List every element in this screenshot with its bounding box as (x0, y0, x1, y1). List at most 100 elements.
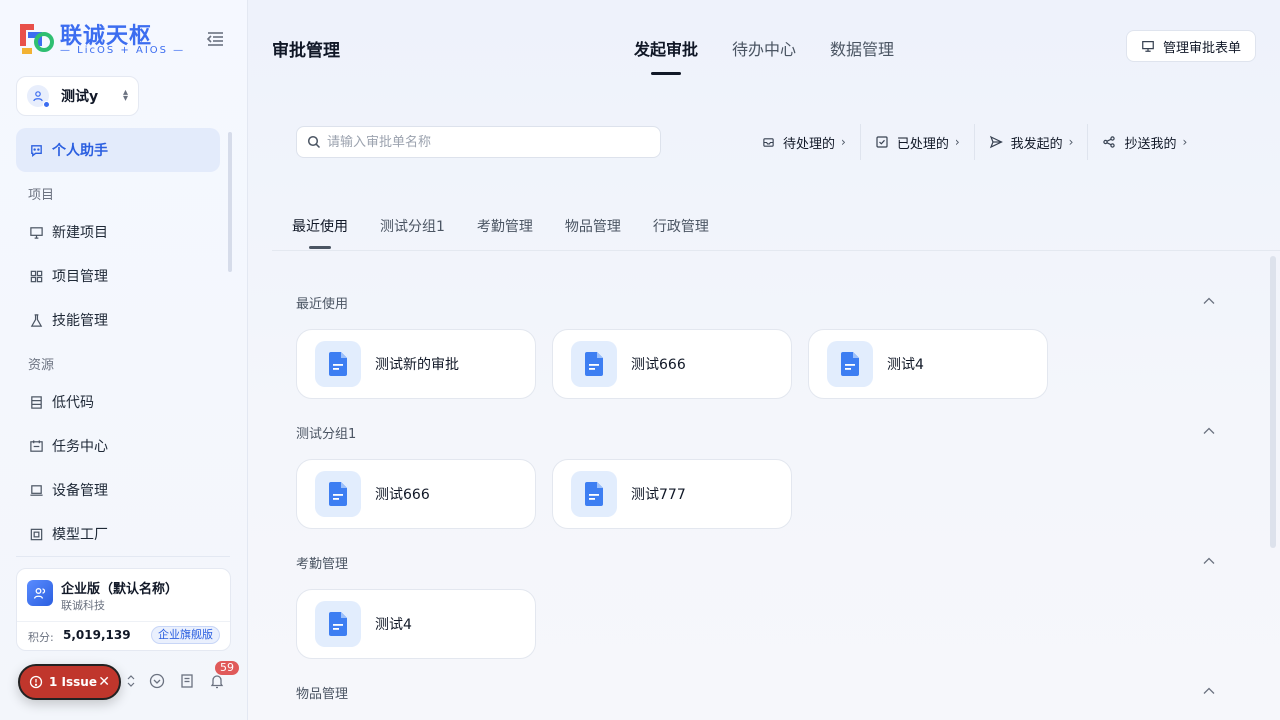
sidebar-divider (16, 556, 230, 557)
factory-icon (28, 526, 44, 542)
approval-form-card[interactable]: 测试4 (808, 329, 1048, 399)
sidebar-item-label: 任务中心 (52, 439, 108, 455)
approval-form-name: 测试新的审批 (375, 357, 459, 373)
org-company: 联诚科技 (61, 599, 105, 612)
approval-form-name: 测试4 (887, 357, 924, 373)
manage-forms-button[interactable]: 管理审批表单 (1125, 30, 1256, 62)
document-icon (315, 341, 361, 387)
sidebar-collapse-icon[interactable] (204, 28, 226, 50)
sidebar-item-new-project[interactable]: 新建项目 (16, 210, 220, 254)
filter-pending[interactable]: 待处理的 › (748, 124, 860, 160)
edition-badge[interactable]: 企业旗舰版 (151, 626, 220, 644)
category-tab-admin[interactable]: 行政管理 (653, 216, 709, 250)
sidebar-item-assistant[interactable]: 个人助手 (16, 128, 220, 172)
search-icon (307, 135, 321, 149)
group-title: 最近使用 (296, 297, 349, 312)
sidebar-item-lowcode[interactable]: 低代码 (16, 380, 220, 424)
org-avatar-icon (27, 580, 53, 606)
notification-badge: 59 (215, 661, 239, 675)
document-icon (571, 471, 617, 517)
sidebar-item-label: 低代码 (52, 395, 94, 411)
filter-initiated[interactable]: 我发起的 › (973, 124, 1088, 160)
chat-icon (28, 142, 44, 158)
close-icon[interactable]: ✕ (98, 674, 110, 690)
sidebar-item-label: 项目管理 (52, 269, 108, 285)
approval-form-name: 测试4 (375, 617, 412, 633)
group-title: 物品管理 (296, 687, 349, 702)
send-icon (989, 135, 1003, 149)
category-tab-recent[interactable]: 最近使用 (292, 216, 348, 250)
monitor-icon (28, 224, 44, 240)
chevron-up-icon[interactable] (1202, 683, 1216, 697)
sidebar-item-skill-manage[interactable]: 技能管理 (16, 298, 220, 342)
sidebar-item-label: 个人助手 (52, 143, 108, 159)
sidebar-item-label: 新建项目 (52, 225, 108, 241)
sidebar-item-task-center[interactable]: 任务中心 (16, 424, 220, 468)
category-tabs: 最近使用 测试分组1 考勤管理 物品管理 行政管理 (292, 216, 741, 250)
approval-form-name: 测试666 (631, 357, 686, 373)
calendar-icon (28, 438, 44, 454)
approval-filters: 待处理的 › 已处理的 › 我发起的 › 抄送我的 › (748, 124, 1201, 160)
user-switcher[interactable]: 测试y ▴ ▾ (16, 76, 139, 116)
category-tab-goods[interactable]: 物品管理 (565, 216, 621, 250)
filter-label: 我发起的 (1010, 136, 1063, 152)
approval-form-card[interactable]: 测试777 (552, 459, 792, 529)
category-tab-test-group[interactable]: 测试分组1 (380, 216, 445, 250)
filter-label: 抄送我的 (1124, 136, 1177, 152)
group-header[interactable]: 考勤管理 (296, 553, 1216, 573)
content-scrollbar[interactable] (1270, 256, 1276, 548)
search-input[interactable] (327, 134, 627, 150)
search-box[interactable] (296, 126, 661, 158)
document-list-icon[interactable] (178, 672, 196, 690)
sidebar-item-device-manage[interactable]: 设备管理 (16, 468, 220, 512)
sidebar-section-resource: 资源 (28, 358, 55, 373)
chevron-right-icon: › (841, 135, 846, 149)
chevron-circle-icon[interactable] (148, 672, 166, 690)
chevron-up-icon[interactable] (1202, 293, 1216, 307)
sidebar-item-label: 模型工厂 (52, 527, 108, 543)
org-card-divider (17, 621, 230, 622)
monitor-icon (1141, 39, 1155, 53)
tab-todo-center[interactable]: 待办中心 (732, 36, 796, 76)
updown-chevron-icon: ▴ ▾ (122, 87, 128, 104)
filter-cc-to-me[interactable]: 抄送我的 › (1087, 124, 1201, 160)
category-tab-attendance[interactable]: 考勤管理 (477, 216, 533, 250)
chevron-up-icon[interactable] (1202, 553, 1216, 567)
approval-form-card[interactable]: 测试666 (296, 459, 536, 529)
user-status-dot (43, 101, 50, 108)
sidebar-section-project: 项目 (28, 188, 55, 203)
manage-forms-label: 管理审批表单 (1162, 40, 1241, 56)
points-value: 5,019,139 (63, 628, 131, 642)
group-header[interactable]: 最近使用 (296, 293, 1216, 313)
group-header[interactable]: 测试分组1 (296, 423, 1216, 443)
document-icon (571, 341, 617, 387)
updown-chevron-icon[interactable] (122, 672, 140, 690)
user-name: 测试y (61, 89, 99, 105)
approval-form-card[interactable]: 测试新的审批 (296, 329, 536, 399)
tab-data-manage[interactable]: 数据管理 (830, 36, 894, 76)
filter-processed[interactable]: 已处理的 › (859, 124, 974, 160)
chevron-right-icon: › (1182, 135, 1188, 149)
brand-subtitle: — LicOS + AIOS — (60, 45, 186, 56)
user-avatar (27, 85, 50, 108)
alert-circle-icon (29, 675, 43, 689)
tab-initiate-approval[interactable]: 发起审批 (634, 36, 698, 76)
sidebar-item-project-manage[interactable]: 项目管理 (16, 254, 220, 298)
chevron-up-icon[interactable] (1202, 423, 1216, 437)
issue-button[interactable]: 1 Issue ✕ (18, 664, 121, 700)
sidebar-item-model-factory[interactable]: 模型工厂 (16, 512, 220, 548)
sidebar-scrollbar[interactable] (228, 132, 232, 272)
approval-form-card[interactable]: 测试666 (552, 329, 792, 399)
filter-label: 已处理的 (896, 136, 949, 152)
org-card[interactable]: 企业版（默认名称） 联诚科技 积分: 5,019,139 企业旗舰版 (16, 568, 231, 651)
page-title: 审批管理 (272, 41, 340, 61)
group-header[interactable]: 物品管理 (296, 683, 1216, 703)
main-content: 审批管理 发起审批 待办中心 数据管理 管理审批表单 待处理的 › 已处理的 ›… (248, 0, 1280, 720)
brand-logo-icon (20, 24, 54, 54)
approval-form-name: 测试666 (375, 487, 430, 503)
approval-form-card[interactable]: 测试4 (296, 589, 536, 659)
document-icon (315, 471, 361, 517)
points-label: 积分: (28, 631, 54, 644)
brand-logo[interactable]: 联诚天枢 — LicOS + AIOS — (16, 18, 183, 58)
filter-label: 待处理的 (783, 136, 836, 152)
